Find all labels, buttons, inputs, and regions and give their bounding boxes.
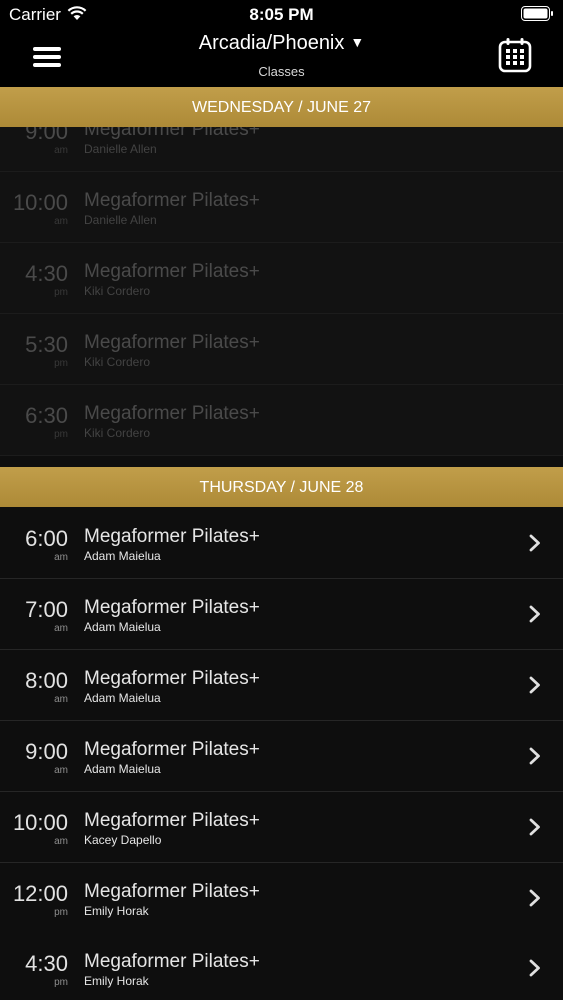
class-ampm: am [54, 765, 68, 776]
instructor-name: Danielle Allen [84, 213, 157, 227]
class-row[interactable]: 4:30 pm Megaformer Pilates+ Emily Horak [0, 933, 563, 1000]
instructor-name: Emily Horak [84, 974, 149, 988]
class-ampm: am [54, 694, 68, 705]
class-ampm: am [54, 216, 68, 227]
instructor-name: Adam Maielua [84, 691, 161, 705]
class-row[interactable]: 4:30 pm Megaformer Pilates+ Kiki Cordero [0, 243, 563, 314]
class-row[interactable]: 9:00 am Megaformer Pilates+ Adam Maielua [0, 721, 563, 792]
status-bar: Carrier 8:05 PM [0, 0, 563, 28]
class-row[interactable]: 6:00 am Megaformer Pilates+ Adam Maielua [0, 508, 563, 579]
instructor-name: Adam Maielua [84, 762, 161, 776]
class-time: 10:00 [12, 190, 68, 215]
instructor-name: Danielle Allen [84, 142, 157, 156]
class-time: 6:00 [25, 526, 68, 551]
dropdown-caret-icon: ▼ [350, 34, 365, 50]
class-row[interactable]: 5:30 pm Megaformer Pilates+ Kiki Cordero [0, 314, 563, 385]
class-ampm: am [54, 836, 68, 847]
class-time: 5:30 [25, 332, 68, 357]
page-subtitle: Classes [258, 64, 305, 79]
chevron-right-icon [529, 747, 540, 765]
class-row[interactable]: 8:00 am Megaformer Pilates+ Adam Maielua [0, 650, 563, 721]
class-name: Megaformer Pilates+ [84, 403, 260, 424]
class-ampm: pm [54, 907, 68, 918]
class-ampm: pm [54, 358, 68, 369]
class-ampm: am [54, 145, 68, 156]
class-row[interactable]: 7:00 am Megaformer Pilates+ Adam Maielua [0, 579, 563, 650]
class-name: Megaformer Pilates+ [84, 332, 260, 353]
chevron-right-icon [529, 534, 540, 552]
navigation-bar: Arcadia/Phoenix ▼ Classes [0, 28, 563, 87]
chevron-right-icon [529, 889, 540, 907]
battery-icon [521, 6, 553, 21]
class-time: 7:00 [25, 597, 68, 622]
class-name: Megaformer Pilates+ [84, 951, 260, 972]
instructor-name: Kacey Dapello [84, 833, 162, 847]
instructor-name: Adam Maielua [84, 549, 161, 563]
class-ampm: am [54, 552, 68, 563]
status-time: 8:05 PM [249, 5, 314, 24]
chevron-right-icon [529, 676, 540, 694]
chevron-right-icon [529, 605, 540, 623]
class-row[interactable]: 10:00 am Megaformer Pilates+ Kacey Dapel… [0, 792, 563, 863]
class-name: Megaformer Pilates+ [84, 597, 260, 618]
instructor-name: Kiki Cordero [84, 426, 151, 440]
class-time: 4:30 [25, 951, 68, 976]
class-name: Megaformer Pilates+ [84, 668, 260, 689]
class-ampm: am [54, 623, 68, 634]
class-name: Megaformer Pilates+ [84, 739, 260, 760]
class-name: Megaformer Pilates+ [84, 526, 260, 547]
class-name: Megaformer Pilates+ [84, 810, 260, 831]
class-time: 6:30 [25, 403, 68, 428]
class-row[interactable]: 10:00 am Megaformer Pilates+ Danielle Al… [0, 172, 563, 243]
class-ampm: pm [54, 287, 68, 298]
class-ampm: pm [54, 977, 68, 988]
section-header-thursday: THURSDAY / JUNE 28 [0, 467, 563, 507]
location-selector[interactable]: Arcadia/Phoenix ▼ [0, 32, 563, 55]
class-ampm: pm [54, 429, 68, 440]
class-name: Megaformer Pilates+ [84, 881, 260, 902]
class-row[interactable]: 6:30 pm Megaformer Pilates+ Kiki Cordero [0, 385, 563, 456]
class-time: 9:00 [25, 739, 68, 764]
instructor-name: Kiki Cordero [84, 355, 151, 369]
class-name: Megaformer Pilates+ [84, 190, 260, 211]
class-time: 8:00 [25, 668, 68, 693]
class-row[interactable]: 12:00 pm Megaformer Pilates+ Emily Horak [0, 863, 563, 934]
class-time: 4:30 [25, 261, 68, 286]
class-time: 12:00 [12, 881, 68, 906]
section-header-wednesday-sticky: WEDNESDAY / JUNE 27 [0, 87, 563, 127]
location-title: Arcadia/Phoenix [198, 32, 345, 54]
instructor-name: Kiki Cordero [84, 284, 151, 298]
chevron-right-icon [529, 818, 540, 836]
calendar-icon[interactable] [498, 37, 532, 73]
class-name: Megaformer Pilates+ [84, 261, 260, 282]
chevron-right-icon [529, 959, 540, 977]
instructor-name: Adam Maielua [84, 620, 161, 634]
instructor-name: Emily Horak [84, 904, 149, 918]
class-time: 10:00 [12, 810, 68, 835]
